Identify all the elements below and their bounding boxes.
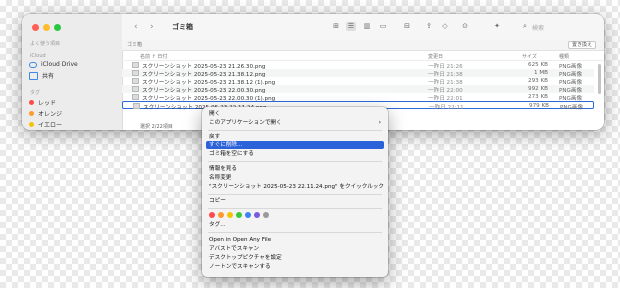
file-size: 625 KB	[528, 62, 548, 68]
favorites-header: よく使う項目	[30, 41, 61, 47]
tags-header: タグ	[30, 90, 41, 96]
menu-separator	[208, 194, 382, 195]
column-view-icon[interactable]: ▥	[362, 22, 372, 31]
tag-dot-icon	[29, 122, 34, 127]
cloud-icon	[29, 61, 37, 68]
menu-item-avast-scan[interactable]: アバストでスキャン	[206, 245, 384, 253]
sidebar-item-shared[interactable]: 共有	[29, 71, 54, 80]
image-file-icon	[132, 86, 139, 92]
sidebar-item-tag-red[interactable]: レッド	[29, 98, 56, 107]
tag-red-dot[interactable]	[209, 212, 215, 218]
minimize-button[interactable]	[43, 24, 50, 31]
column-header-date[interactable]: 変更日	[428, 53, 443, 60]
image-file-icon	[132, 70, 139, 76]
icloud-header: iCloud	[30, 53, 46, 59]
menu-separator	[208, 232, 382, 233]
image-file-icon	[133, 103, 140, 109]
menu-item-open[interactable]: 開く	[206, 110, 384, 118]
window-controls	[32, 24, 61, 31]
gallery-view-icon[interactable]: ▭	[378, 22, 388, 31]
menu-separator	[208, 208, 382, 209]
table-header: 名前 ↑ 日付 変更日 サイズ 種類	[122, 51, 604, 61]
table-row[interactable]: スクリーンショット 2025-05-23 22.00.30.png 一昨日 22…	[122, 85, 594, 94]
tag-orange-dot[interactable]	[218, 212, 224, 218]
file-size: 979 KB	[529, 103, 549, 109]
menu-item-rename[interactable]: 名称変更	[206, 174, 384, 182]
chevron-left-icon[interactable]: ‹	[134, 22, 138, 32]
tag-purple-dot[interactable]	[254, 212, 260, 218]
action-more-icon[interactable]: ⊙	[460, 22, 470, 31]
table-row[interactable]: スクリーンショット 2025-05-23 22.00.30 (1).png 一昨…	[122, 93, 594, 102]
put-back-button[interactable]: 置き換え	[567, 41, 596, 49]
file-size: 293 KB	[528, 78, 548, 84]
close-button[interactable]	[32, 24, 39, 31]
window-title: ゴミ箱	[172, 23, 193, 31]
zoom-button[interactable]	[54, 24, 61, 31]
column-header-kind[interactable]: 種類	[559, 53, 569, 60]
tag-blue-dot[interactable]	[245, 212, 251, 218]
file-size: 992 KB	[528, 86, 548, 92]
sidebar: よく使う項目 iCloud iCloud Drive 共有 タグ レッド オレン…	[22, 14, 123, 130]
menu-item-empty-trash[interactable]: ゴミ箱を空にする	[206, 150, 384, 158]
tag-yellow-dot[interactable]	[227, 212, 233, 218]
chevron-right-icon[interactable]: ›	[150, 22, 154, 32]
column-header-name[interactable]: 名前 ↑ 日付	[140, 53, 167, 60]
file-size: 1 MB	[533, 70, 548, 76]
tag-icon[interactable]: ◇	[440, 22, 450, 31]
table-row[interactable]: スクリーンショット 2025-05-23 21.26.30.png 一昨日 21…	[122, 61, 594, 70]
sidebar-item-label: レッド	[38, 100, 57, 107]
tag-green-dot[interactable]	[236, 212, 242, 218]
menu-item-quick-look[interactable]: "スクリーンショット 2025-05-23 22.11.24.png" をクイッ…	[206, 183, 384, 191]
menu-item-tags[interactable]: タグ...	[206, 221, 384, 229]
tag-color-picker	[209, 212, 269, 218]
sidebar-item-icloud-drive[interactable]: iCloud Drive	[29, 61, 78, 68]
column-header-size[interactable]: サイズ	[522, 53, 537, 60]
menu-item-delete-now[interactable]: すぐに削除...	[206, 141, 384, 149]
image-file-icon	[132, 78, 139, 84]
search-input[interactable]: 検索	[532, 23, 544, 32]
context-menu: 開く このアプリケーションで開く › 戻す すぐに削除... ゴミ箱を空にする …	[202, 107, 388, 277]
menu-item-copy[interactable]: コピー	[206, 197, 384, 205]
sidebar-item-label: オレンジ	[38, 111, 63, 118]
icon-view-icon[interactable]: ⊞	[331, 22, 341, 31]
sidebar-item-tag-orange[interactable]: オレンジ	[29, 109, 62, 118]
shared-folder-icon	[29, 71, 38, 80]
search-icon[interactable]: ⌕	[520, 22, 530, 31]
table-row[interactable]: スクリーンショット 2025-05-23 21.38.12.png 一昨日 21…	[122, 69, 594, 78]
chevron-right-icon: ›	[378, 119, 381, 126]
menu-separator	[208, 161, 382, 162]
status-bar: 選択 2/22項目	[140, 124, 173, 130]
menu-item-get-info[interactable]: 情報を見る	[206, 165, 384, 173]
sidebar-item-tag-yellow[interactable]: イエロー	[29, 120, 62, 129]
file-size: 273 KB	[528, 94, 548, 100]
breadcrumb: ゴミ箱	[127, 42, 143, 48]
dropbox-icon[interactable]: ✦	[492, 22, 502, 31]
sidebar-item-label: 共有	[42, 73, 55, 80]
menu-item-set-desktop-picture[interactable]: デスクトップピクチャを設定	[206, 254, 384, 262]
scrollbar[interactable]	[598, 64, 601, 94]
toolbar: ‹ › ゴミ箱 ⊞ ☰ ▥ ▭ ⊟ ⇪ ◇ ⊙ ✦ ⌕ 検索	[122, 14, 604, 41]
file-kind: PNG画像	[560, 105, 584, 111]
sidebar-item-label: イエロー	[38, 122, 62, 129]
location-bar: ゴミ箱 置き換え	[122, 40, 604, 51]
menu-item-label: このアプリケーションで開く	[209, 120, 282, 126]
tag-dot-icon	[29, 100, 34, 105]
list-view-icon[interactable]: ☰	[346, 22, 356, 31]
menu-item-put-back[interactable]: 戻す	[206, 133, 384, 141]
tag-gray-dot[interactable]	[263, 212, 269, 218]
image-file-icon	[132, 94, 139, 100]
image-file-icon	[132, 62, 139, 68]
group-icon[interactable]: ⊟	[402, 22, 412, 31]
sidebar-item-label: iCloud Drive	[41, 61, 78, 68]
file-date: 一昨日 22:11	[429, 105, 464, 111]
menu-separator	[208, 130, 382, 131]
menu-item-open-with[interactable]: このアプリケーションで開く ›	[206, 119, 384, 127]
share-icon[interactable]: ⇪	[424, 22, 434, 31]
tag-dot-icon	[29, 111, 34, 116]
menu-item-norton-scan[interactable]: ノートンでスキャンする	[206, 263, 384, 271]
menu-item-open-any-file[interactable]: Open in Open Any File	[206, 236, 384, 244]
table-row[interactable]: スクリーンショット 2025-05-23 21.38.12 (1).png 一昨…	[122, 77, 594, 86]
